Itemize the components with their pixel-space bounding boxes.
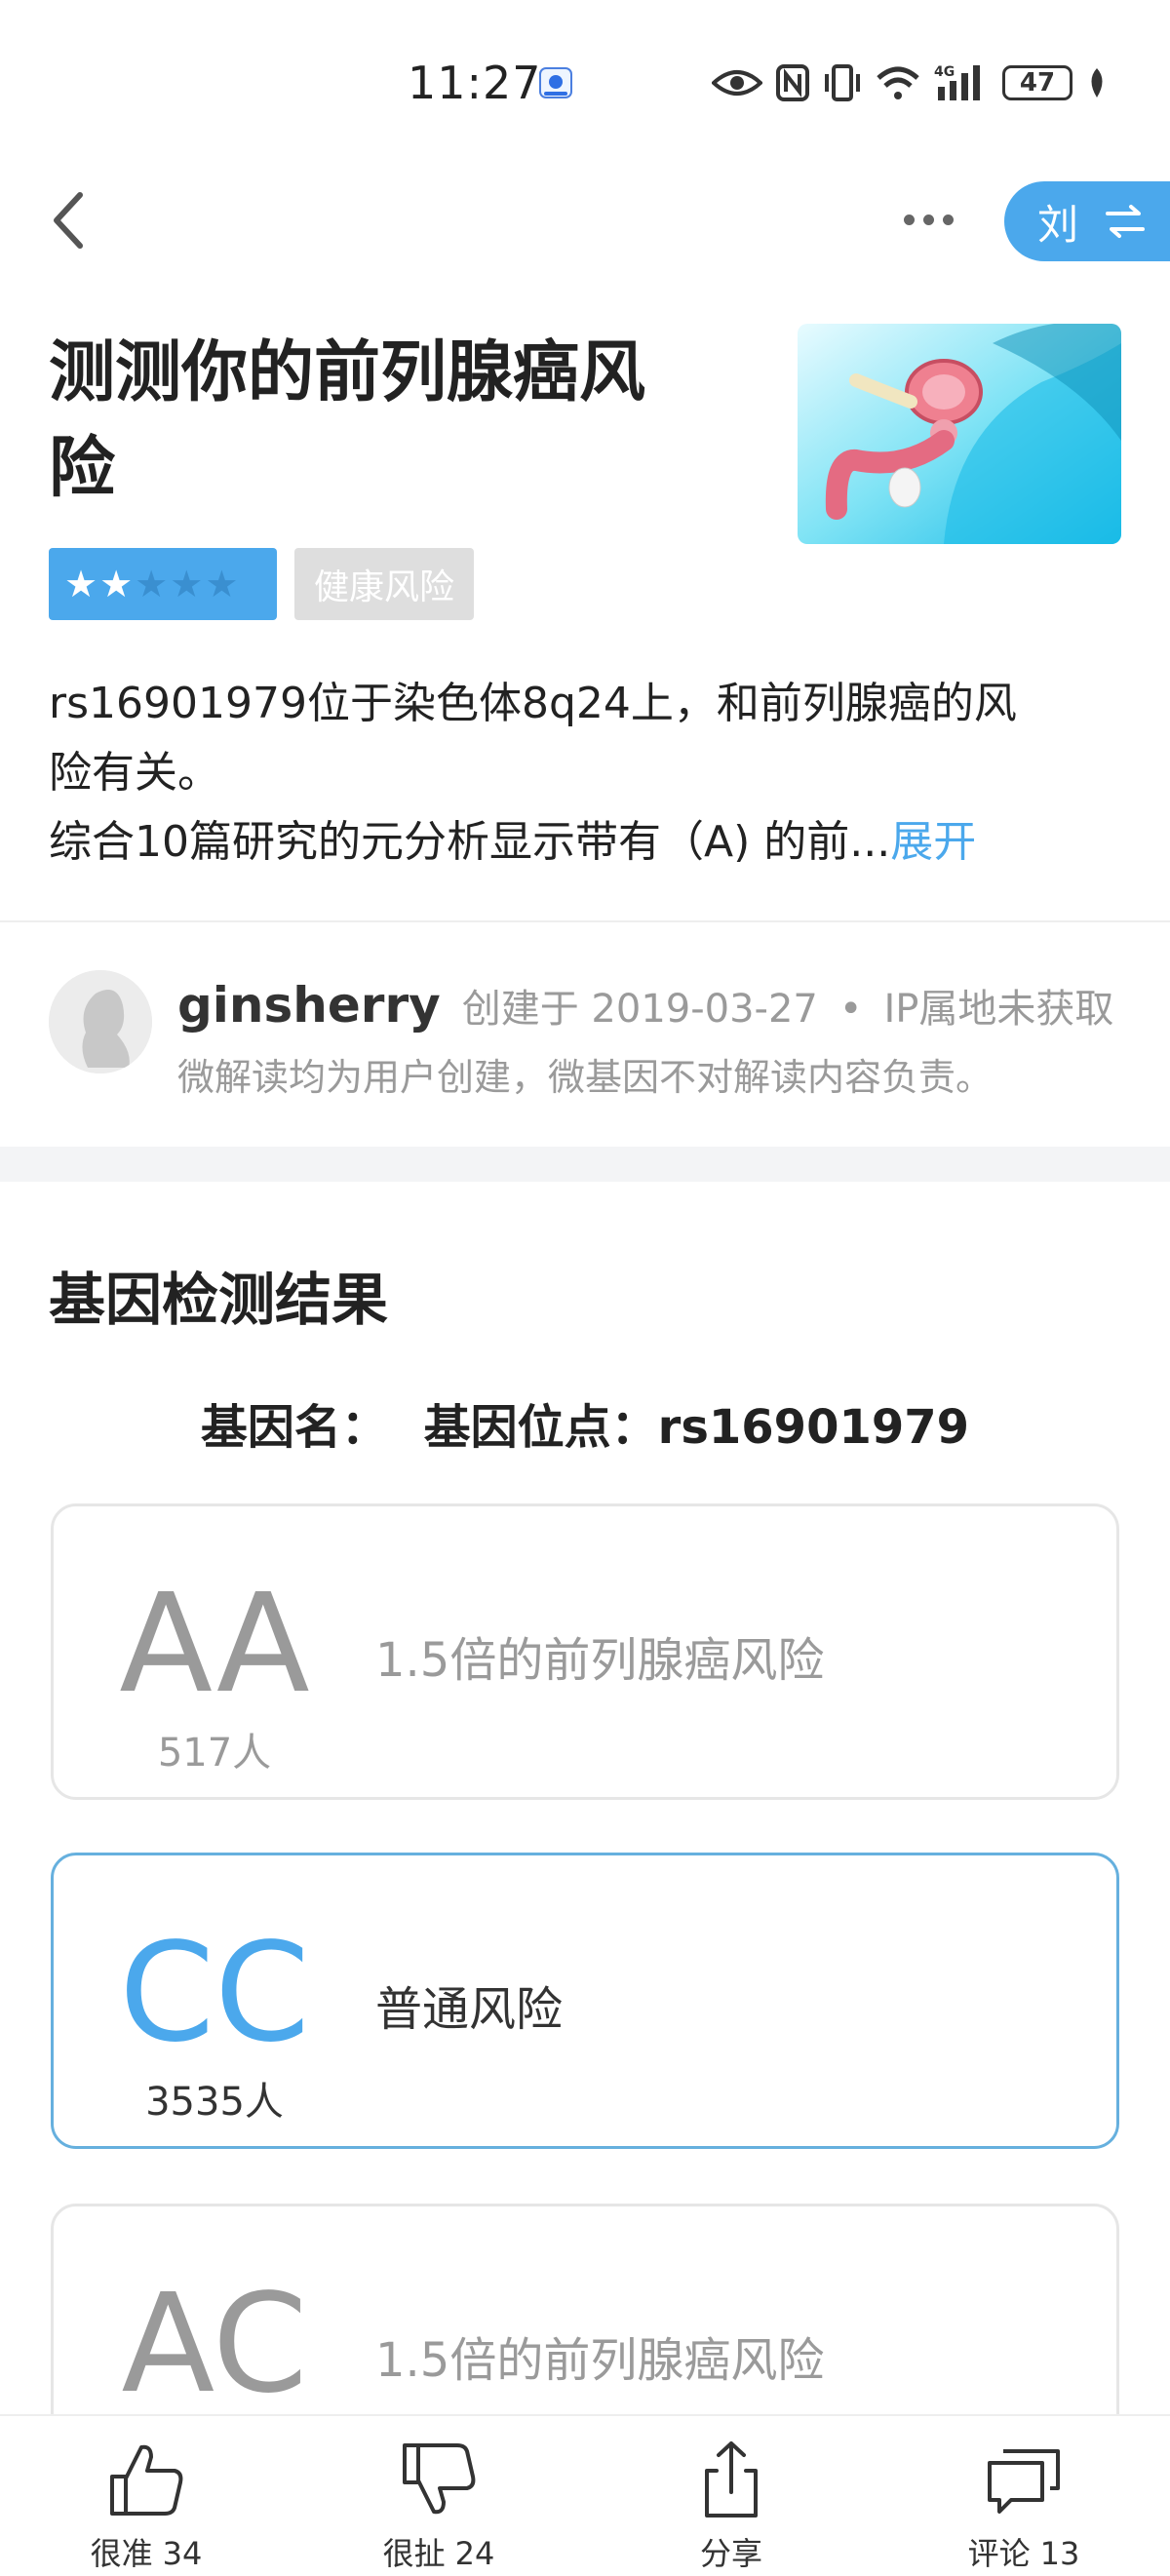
thumbs-down-icon: [403, 2443, 476, 2515]
back-icon: [54, 192, 83, 249]
battery-indicator: 47: [1002, 65, 1072, 100]
gene-info: 基因名： 基因位点：rs16901979: [0, 1388, 1170, 1457]
section-title: 基因检测结果: [49, 1267, 389, 1333]
svg-text:4G: 4G: [934, 64, 955, 80]
genotype-label: AA: [119, 1565, 310, 1724]
status-icons: 4G 47: [712, 60, 1108, 105]
genotype-card[interactable]: AA 517人 1.5倍的前列腺癌风险: [51, 1503, 1119, 1800]
baidu-app-icon: [538, 62, 573, 103]
genotype-risk: 1.5倍的前列腺癌风险: [375, 1633, 825, 1688]
star-icon: ★: [99, 563, 134, 605]
accurate-label: 很准: [90, 2535, 153, 2572]
eye-icon: [712, 70, 762, 96]
gene-site-label: 基因位点：rs16901979: [423, 1400, 970, 1455]
accurate-count: 34: [162, 2535, 203, 2572]
comment-icon: [988, 2449, 1060, 2514]
bottom-action-bar: 很准 34 很扯 24 分享 评论 13: [0, 2414, 1170, 2576]
accurate-button[interactable]: 很准 34: [0, 2416, 292, 2576]
nonsense-button[interactable]: 很扯 24: [292, 2416, 585, 2576]
expand-link[interactable]: 展开: [890, 817, 976, 867]
star-icon: ★: [170, 563, 204, 605]
genotype-risk: 普通风险: [375, 1982, 564, 2037]
page-title: 测测你的前列腺癌风 险: [49, 326, 722, 517]
status-time: 11:27: [408, 57, 542, 109]
article-cover-image: [798, 324, 1121, 544]
divider: [0, 920, 1170, 922]
star-icon: ★: [205, 563, 239, 605]
category-tag: 健康风险: [294, 548, 475, 620]
page-title-line: 测测你的前列腺癌风: [49, 334, 646, 411]
genotype-label: CC: [119, 1914, 310, 2073]
share-icon: [705, 2441, 758, 2517]
genotype-risk: 1.5倍的前列腺癌风险: [375, 2333, 825, 2388]
wifi-icon: [877, 66, 919, 99]
ip-location: IP属地未获取: [883, 987, 1114, 1032]
section-separator: [0, 1147, 1170, 1182]
more-icon: [903, 214, 915, 225]
vibrate-icon: [825, 64, 860, 101]
star-icon: ★: [64, 563, 98, 605]
author-info: ginsherry 创建于 2019-03-27 • IP属地未获取: [177, 977, 1113, 1034]
genotype-count: 3535人: [145, 2080, 284, 2125]
created-date: 创建于 2019-03-27: [461, 987, 818, 1032]
nfc-icon: [776, 64, 809, 101]
signal-4g-icon: 4G: [934, 64, 980, 100]
author-name[interactable]: ginsherry: [177, 977, 441, 1034]
description-line: 综合10篇研究的元分析显示带有（A) 的前...: [49, 817, 891, 867]
meta-separator: •: [838, 987, 863, 1032]
star-icon: ★: [135, 563, 169, 605]
nonsense-count: 24: [454, 2535, 495, 2572]
leaf-icon: [1091, 68, 1103, 98]
thumbs-up-icon: [110, 2444, 183, 2516]
comment-label: 评论: [967, 2535, 1031, 2572]
description-line: 险有关。: [49, 748, 220, 798]
nonsense-label: 很扯: [382, 2535, 446, 2572]
genotype-label: AC: [121, 2265, 308, 2424]
description-line: rs16901979位于染色体8q24上，和前列腺癌的风: [49, 679, 1017, 728]
comment-button[interactable]: 评论 13: [878, 2416, 1170, 2576]
genotype-count: 517人: [157, 1731, 272, 1776]
page-title-line: 险: [49, 430, 116, 507]
user-switch-label: 刘: [1037, 200, 1079, 249]
article-description: rs16901979位于染色体8q24上，和前列腺癌的风 险有关。 综合10篇研…: [49, 669, 1121, 877]
swap-icon: [1106, 205, 1146, 238]
disclaimer-text: 微解读均为用户创建，微基因不对解读内容负责。: [177, 1056, 994, 1099]
share-button[interactable]: 分享: [585, 2416, 878, 2576]
rating-stars: ★ ★ ★ ★ ★: [49, 548, 277, 620]
back-button[interactable]: [43, 181, 101, 259]
more-button[interactable]: [889, 195, 967, 244]
gene-name-label: 基因名：: [200, 1400, 388, 1455]
comment-count: 13: [1039, 2535, 1080, 2572]
share-label: 分享: [699, 2535, 762, 2572]
genotype-card-selected[interactable]: CC 3535人 普通风险: [51, 1853, 1119, 2149]
avatar[interactable]: [49, 970, 152, 1073]
user-switch-button[interactable]: 刘: [1004, 181, 1170, 261]
